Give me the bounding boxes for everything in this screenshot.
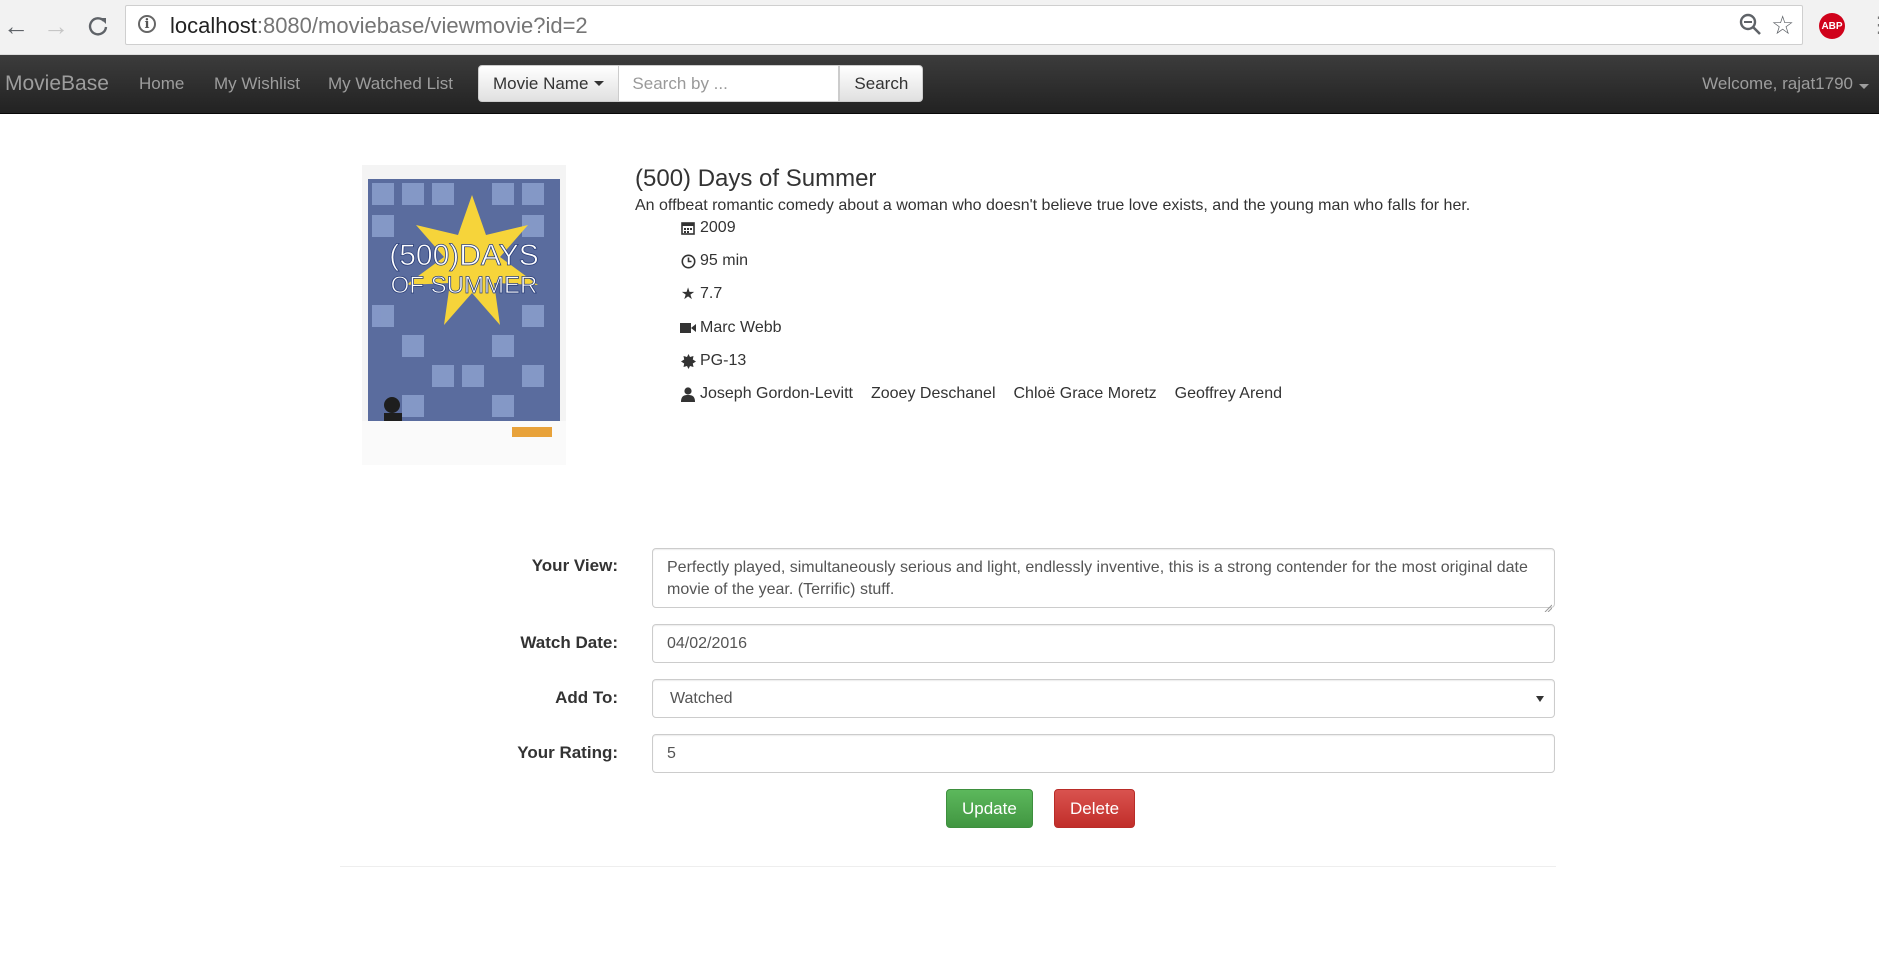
search-input[interactable]: Search by ... — [619, 65, 840, 102]
app-navbar: MovieBase Home My Wishlist My Watched Li… — [0, 55, 1879, 114]
caret-down-icon — [1859, 84, 1869, 89]
resize-handle-icon[interactable] — [1544, 597, 1553, 613]
movie-certificate: PG-13 — [700, 352, 747, 369]
your-view-label: Your View: — [531, 556, 618, 575]
search-button[interactable]: Search — [839, 65, 924, 102]
browser-toolbar: ← → i localhost:8080/moviebase/viewmovie… — [0, 0, 1879, 55]
chevron-down-icon — [1536, 696, 1544, 702]
movie-rating-row: ★ 7.7 — [680, 285, 722, 303]
search-type-dropdown[interactable]: Movie Name — [478, 65, 620, 102]
add-to-value: Watched — [670, 689, 733, 707]
your-rating-value: 5 — [667, 744, 676, 762]
search-type-label: Movie Name — [493, 73, 589, 93]
movie-title: (500) Days of Summer — [635, 165, 877, 192]
forward-icon[interactable]: → — [42, 10, 70, 42]
cast-member: Chloë Grace Moretz — [1013, 385, 1157, 402]
cast-member: Geoffrey Arend — [1174, 385, 1282, 402]
movie-poster: (500)DAYS OF SUMMER — [362, 165, 566, 465]
url-text: localhost:8080/moviebase/viewmovie?id=2 — [170, 13, 588, 39]
star-icon: ★ — [680, 286, 696, 303]
your-rating-label: Your Rating: — [517, 743, 618, 762]
cast-member: Zooey Deschanel — [870, 385, 996, 402]
calendar-icon — [680, 220, 696, 236]
user-menu[interactable]: Welcome, rajat1790 — [1702, 74, 1869, 94]
poster-title-line1: (500)DAYS — [389, 239, 539, 272]
add-to-select[interactable]: Watched — [652, 679, 1555, 718]
watch-date-input[interactable]: 04/02/2016 — [652, 624, 1555, 663]
certificate-icon — [680, 353, 696, 369]
delete-button[interactable]: Delete — [1054, 789, 1136, 828]
back-icon[interactable]: ← — [2, 10, 30, 42]
adblock-extension-icon[interactable]: ABP — [1819, 13, 1845, 39]
video-camera-icon — [680, 320, 696, 336]
clock-icon — [680, 253, 696, 269]
movie-runtime-row: 95 min — [680, 252, 748, 270]
your-rating-input[interactable]: 5 — [652, 734, 1555, 773]
url-path: :8080/moviebase/viewmovie?id=2 — [256, 13, 588, 38]
movie-certificate-row: PG-13 — [680, 352, 746, 370]
url-host: localhost — [170, 13, 257, 38]
bookmark-star-icon[interactable]: ☆ — [1771, 10, 1794, 41]
user-icon — [680, 386, 696, 402]
adblock-label: ABP — [1821, 20, 1843, 32]
divider — [340, 866, 1556, 867]
brand-logo[interactable]: MovieBase — [5, 72, 109, 96]
movie-rating: 7.7 — [700, 285, 723, 302]
watch-date-value: 04/02/2016 — [667, 634, 748, 652]
movie-year: 2009 — [700, 219, 736, 236]
movie-runtime: 95 min — [700, 252, 749, 269]
address-bar[interactable]: i localhost:8080/moviebase/viewmovie?id=… — [125, 5, 1803, 45]
add-to-label: Add To: — [555, 688, 618, 707]
movie-description: An offbeat romantic comedy about a woman… — [635, 197, 1471, 214]
browser-menu-icon[interactable]: ⋮ — [1868, 12, 1879, 38]
search-placeholder: Search by ... — [632, 73, 728, 93]
search-form: Movie Name Search by ... Search — [478, 65, 924, 102]
poster-title-line2: OF SUMMER — [391, 272, 538, 299]
movie-cast-row: Joseph Gordon-Levitt Zooey Deschanel Chl… — [680, 385, 1300, 403]
nav-my-watched-list[interactable]: My Watched List — [328, 74, 453, 94]
movie-year-row: 2009 — [680, 219, 736, 237]
reload-icon[interactable] — [84, 10, 112, 42]
site-info-icon[interactable]: i — [138, 15, 156, 33]
watch-date-label: Watch Date: — [520, 633, 618, 652]
your-view-text: Perfectly played, simultaneously serious… — [667, 559, 1528, 598]
movie-director: Marc Webb — [700, 319, 782, 336]
your-view-textarea[interactable]: Perfectly played, simultaneously serious… — [652, 548, 1555, 613]
welcome-text: Welcome, rajat1790 — [1702, 74, 1853, 93]
movie-director-row: Marc Webb — [680, 319, 782, 337]
update-button[interactable]: Update — [946, 789, 1033, 828]
zoom-icon[interactable] — [1738, 12, 1762, 43]
cast-member: Joseph Gordon-Levitt — [700, 385, 853, 402]
caret-down-icon — [594, 81, 605, 86]
nav-my-wishlist[interactable]: My Wishlist — [214, 74, 300, 94]
nav-home[interactable]: Home — [139, 74, 184, 94]
